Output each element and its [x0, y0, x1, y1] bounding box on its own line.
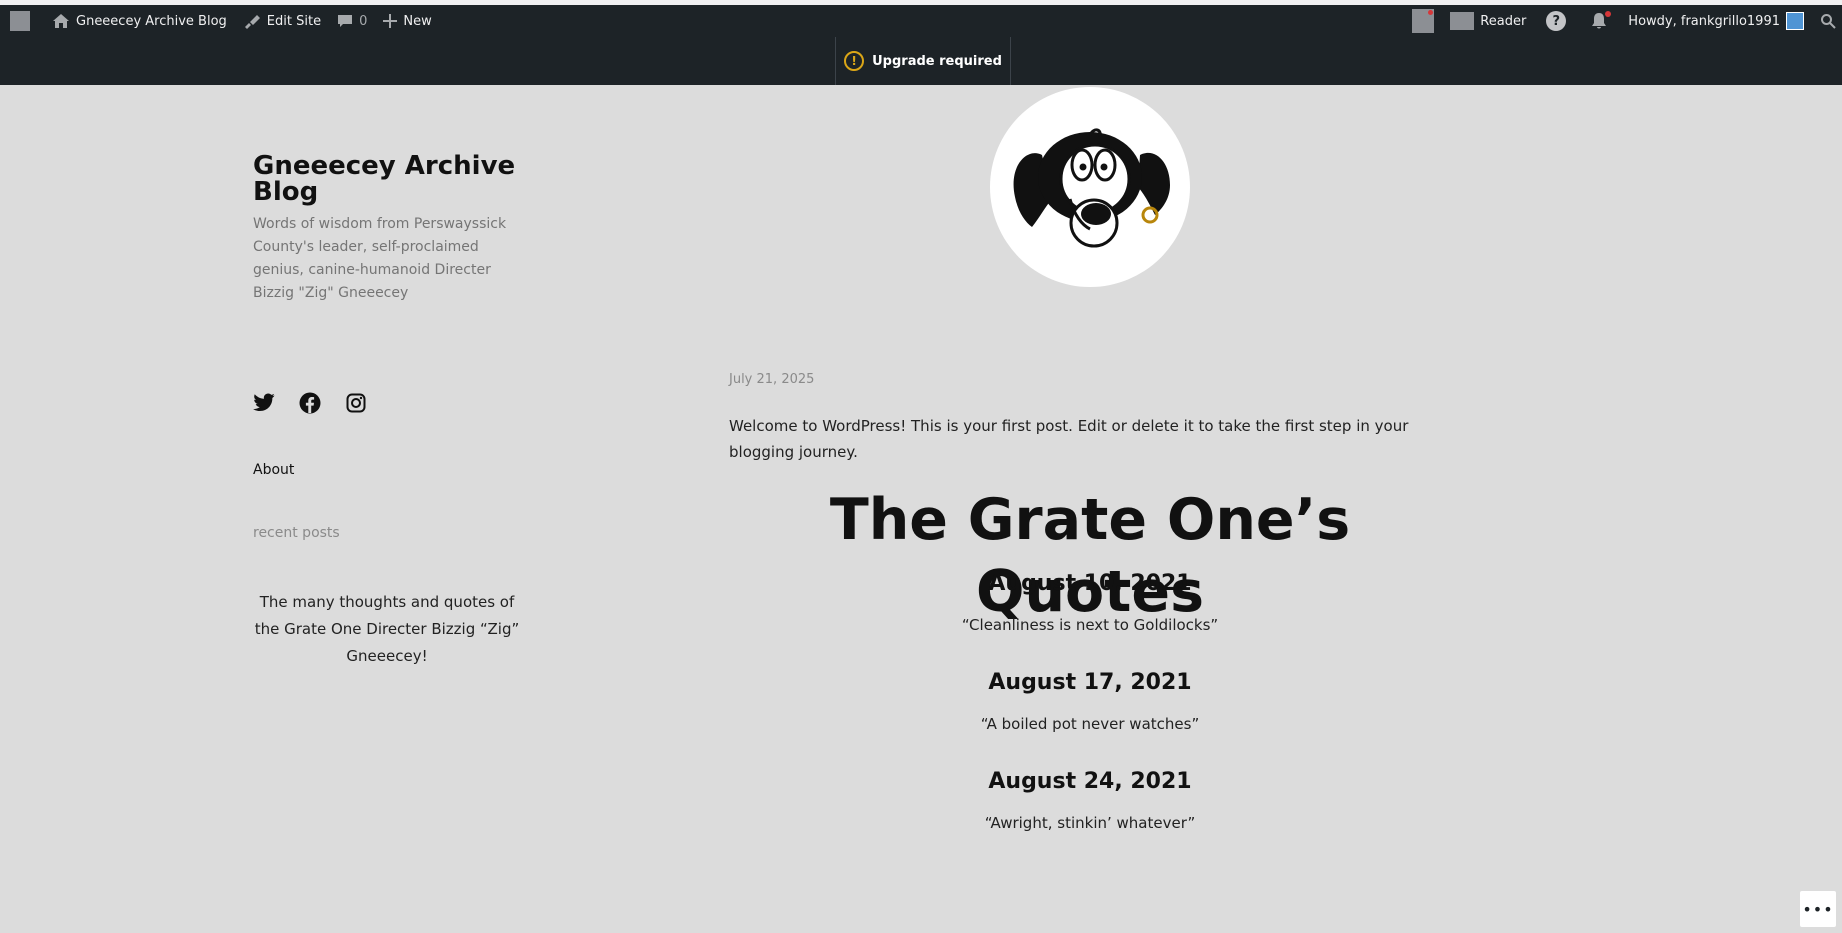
reader-label: Reader — [1480, 13, 1527, 29]
quote-entry: August 10, 2021 “Cleanliness is next to … — [729, 569, 1451, 634]
help-icon: ? — [1546, 11, 1567, 31]
account-menu[interactable]: Howdy, frankgrillo1991 — [1620, 5, 1810, 37]
quote-text: “Awright, stinkin’ whatever” — [984, 814, 1196, 832]
comment-icon — [338, 15, 353, 27]
quote-entry: August 24, 2021 “Awright, stinkin’ whate… — [729, 767, 1451, 832]
notifications-button[interactable] — [1578, 5, 1620, 37]
site-name-link[interactable]: Gneeecey Archive Blog — [38, 5, 235, 37]
upgrade-required-button[interactable]: ! Upgrade required — [835, 37, 1011, 85]
greeting-label: Howdy, frankgrillo1991 — [1628, 13, 1780, 29]
nav-about-link[interactable]: About — [253, 462, 294, 478]
notification-badge — [1605, 11, 1612, 17]
reader-icon — [1450, 12, 1475, 30]
more-options-button[interactable]: ••• — [1800, 891, 1836, 927]
new-content-link[interactable]: New — [375, 5, 439, 37]
post-date[interactable]: July 21, 2025 — [729, 372, 814, 387]
admin-bar: Gneeecey Archive Blog Edit Site 0 New Re… — [0, 5, 1842, 37]
edit-site-link[interactable]: Edit Site — [235, 5, 329, 37]
admin-bar-secondary: Reader ? Howdy, frankgrillo1991 — [1404, 5, 1842, 37]
help-button[interactable]: ? — [1534, 5, 1578, 37]
twitter-icon[interactable] — [253, 392, 275, 414]
quote-text: “Cleanliness is next to Goldilocks” — [961, 616, 1219, 634]
comments-link[interactable]: 0 — [329, 5, 375, 37]
search-icon — [1821, 14, 1836, 29]
wp-logo-button[interactable] — [0, 5, 38, 37]
my-sites-button[interactable] — [1404, 5, 1442, 37]
search-button[interactable] — [1810, 5, 1842, 37]
quote-date: August 17, 2021 — [988, 670, 1192, 695]
instagram-icon[interactable] — [345, 392, 367, 414]
reader-link[interactable]: Reader — [1442, 5, 1534, 37]
new-label: New — [403, 13, 432, 29]
warning-icon: ! — [844, 51, 865, 71]
sidebar-description: The many thoughts and quotes of the Grat… — [254, 593, 520, 665]
plus-icon — [383, 14, 398, 28]
quote-entry: August 17, 2021 “A boiled pot never watc… — [729, 668, 1451, 733]
post-intro: Welcome to WordPress! This is your first… — [729, 417, 1409, 461]
edit-site-label: Edit Site — [266, 13, 322, 29]
quote-date: August 24, 2021 — [988, 769, 1192, 794]
comments-count: 0 — [359, 13, 368, 29]
facebook-icon[interactable] — [299, 392, 321, 414]
wp-logo-icon — [10, 11, 30, 31]
site-name-label: Gneeecey Archive Blog — [76, 13, 227, 29]
social-links — [253, 392, 367, 414]
upgrade-notice-bar: ! Upgrade required — [0, 37, 1842, 85]
quote-date: August 10, 2021 — [988, 571, 1192, 596]
user-avatar — [1786, 12, 1804, 30]
dog-cartoon-logo — [1013, 128, 1170, 248]
recent-posts-heading: recent posts — [253, 525, 340, 541]
site-logo[interactable] — [990, 87, 1190, 287]
site-title[interactable]: Gneeecey Archive Blog — [253, 153, 523, 205]
upgrade-label: Upgrade required — [872, 53, 1002, 69]
home-icon — [53, 14, 69, 28]
quote-text: “A boiled pot never watches” — [980, 715, 1200, 733]
brush-icon — [244, 15, 260, 29]
site-tagline: Words of wisdom from Perswayssick County… — [253, 216, 507, 301]
